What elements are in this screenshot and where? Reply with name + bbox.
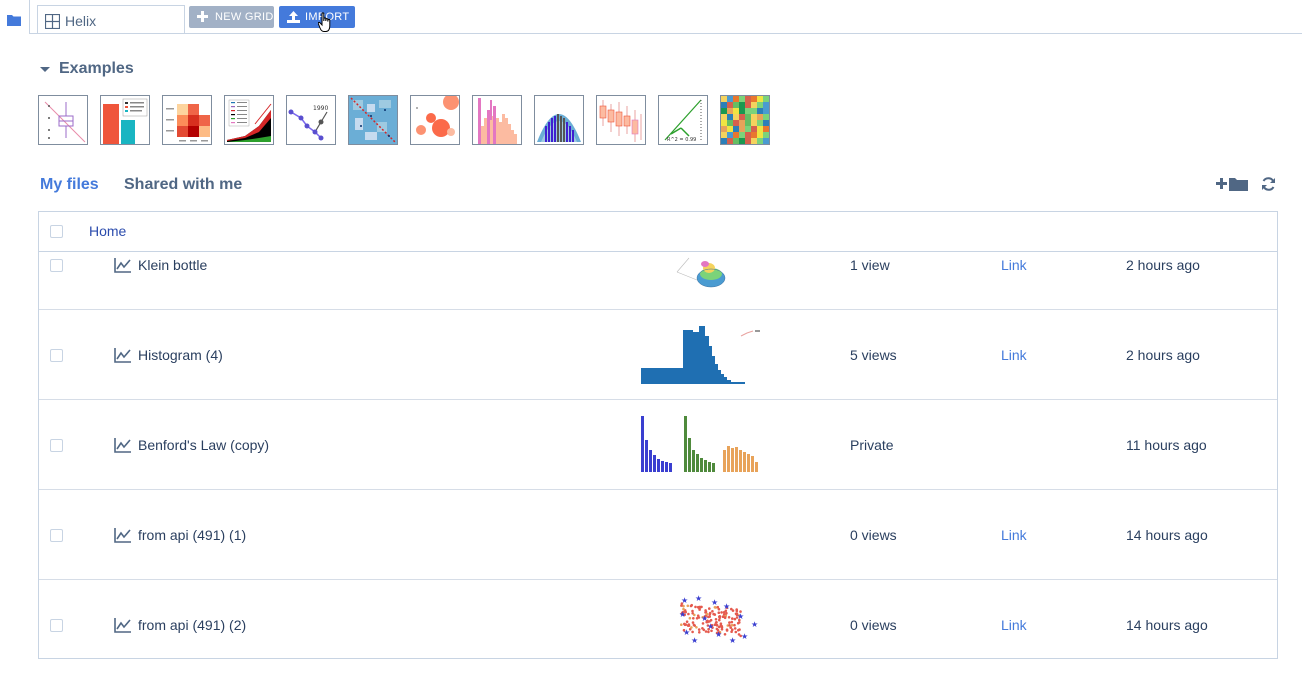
example-stacked-area[interactable] [224, 95, 274, 145]
file-name[interactable]: Histogram (4) [138, 347, 223, 363]
example-candlestick-box[interactable] [596, 95, 646, 145]
view-count: Private [850, 437, 894, 453]
histogram-thumbnail [641, 326, 760, 384]
example-bubble[interactable] [410, 95, 460, 145]
svg-text:★: ★ [737, 612, 744, 621]
table-row[interactable]: Histogram (4) 5 views Link 2 hours ago [39, 310, 1277, 400]
svg-text:★: ★ [723, 602, 730, 611]
file-name[interactable]: Klein bottle [138, 257, 207, 273]
svg-text:★: ★ [681, 596, 688, 605]
line-chart-icon [114, 258, 131, 273]
file-name[interactable]: from api (491) (2) [138, 617, 246, 633]
table-row[interactable]: from api (491) (1) 0 views Link 14 hours… [39, 490, 1277, 580]
plus-icon [197, 11, 208, 22]
grid-tab[interactable]: Helix [37, 5, 185, 34]
row-checkbox[interactable] [50, 259, 63, 272]
line-chart-icon [114, 528, 131, 543]
svg-text:★: ★ [695, 594, 702, 603]
row-checkbox[interactable] [50, 349, 63, 362]
new-grid-button[interactable]: NEW GRID [189, 6, 274, 28]
example-histogram-overlay[interactable] [472, 95, 522, 145]
examples-heading: Examples [59, 60, 134, 77]
share-link[interactable]: Link [1001, 527, 1027, 543]
files-table: Home Klein bottle 1 view Link 2 hours ag… [38, 211, 1278, 659]
svg-text:★: ★ [741, 632, 748, 641]
file-name[interactable]: Benford's Law (copy) [138, 437, 269, 453]
share-link[interactable]: Link [1001, 347, 1027, 363]
example-line-year: 1990 [313, 105, 328, 112]
top-tab-bar: Helix NEW GRID IMPORT [0, 0, 1302, 34]
line-chart-icon [114, 348, 131, 363]
example-box-plot[interactable] [38, 95, 88, 145]
modified-time: 2 hours ago [1126, 257, 1200, 273]
line-chart-icon [114, 438, 131, 453]
tab-shared-with-me[interactable]: Shared with me [124, 176, 242, 194]
file-name[interactable]: from api (491) (1) [138, 527, 246, 543]
view-count: 0 views [850, 527, 897, 543]
hand-cursor-icon [318, 12, 331, 32]
table-header: Home [39, 212, 1277, 252]
example-regression-label: R^2 = 0.99 [667, 137, 696, 143]
import-button[interactable]: IMPORT [279, 6, 355, 28]
select-all-checkbox[interactable] [50, 225, 63, 238]
modified-time: 2 hours ago [1126, 347, 1200, 363]
table-row[interactable]: Benford's Law (copy) Private 11 hours ag… [39, 400, 1277, 490]
share-link[interactable]: Link [1001, 257, 1027, 273]
table-row[interactable]: from api (491) (2) ★ ★ ★ ★ ★ ★ ★ ★ ★ ★ ★ ★ ★ ★ 0 view… [39, 580, 1277, 658]
new-folder-icon[interactable] [1216, 176, 1248, 192]
row-checkbox[interactable] [50, 529, 63, 542]
grid-name[interactable]: Helix [65, 13, 96, 29]
svg-text:★: ★ [707, 622, 714, 631]
example-heatmap-small[interactable] [162, 95, 212, 145]
modified-time: 14 hours ago [1126, 617, 1208, 633]
view-count: 0 views [850, 617, 897, 633]
svg-text:★: ★ [683, 628, 690, 637]
modified-time: 14 hours ago [1126, 527, 1208, 543]
upload-icon [287, 11, 300, 23]
example-bell-curve-bars[interactable] [534, 95, 584, 145]
breadcrumb-home[interactable]: Home [89, 223, 126, 239]
svg-text:★: ★ [691, 636, 698, 645]
share-link[interactable]: Link [1001, 617, 1027, 633]
example-grouped-bar[interactable] [100, 95, 150, 145]
line-chart-icon [114, 618, 131, 633]
refresh-icon[interactable] [1261, 176, 1276, 192]
view-count: 1 view [850, 257, 890, 273]
files-tab[interactable] [0, 0, 30, 34]
new-grid-label: NEW GRID [215, 11, 274, 23]
svg-text:★: ★ [711, 598, 718, 607]
tab-my-files[interactable]: My files [40, 176, 99, 194]
example-regression-line[interactable]: R^2 = 0.99 [658, 95, 708, 145]
tab-bar-divider [29, 33, 1302, 34]
svg-text:★: ★ [679, 610, 686, 619]
benford-thumbnail [641, 416, 758, 472]
svg-text:★: ★ [715, 630, 722, 639]
example-line-markers[interactable]: 1990 [286, 95, 336, 145]
scatter-thumbnail: ★ ★ ★★ ★★★★★★★★ ★★ [679, 594, 758, 645]
caret-down-icon [40, 67, 50, 72]
folder-icon [7, 15, 21, 26]
svg-text:★: ★ [729, 636, 736, 645]
row-checkbox[interactable] [50, 439, 63, 452]
example-heatmap-grid[interactable] [720, 95, 770, 145]
view-count: 5 views [850, 347, 897, 363]
example-scatter-matrix[interactable] [348, 95, 398, 145]
svg-text:★: ★ [751, 620, 758, 629]
modified-time: 11 hours ago [1126, 437, 1207, 453]
grid-icon [45, 14, 60, 29]
row-checkbox[interactable] [50, 619, 63, 632]
